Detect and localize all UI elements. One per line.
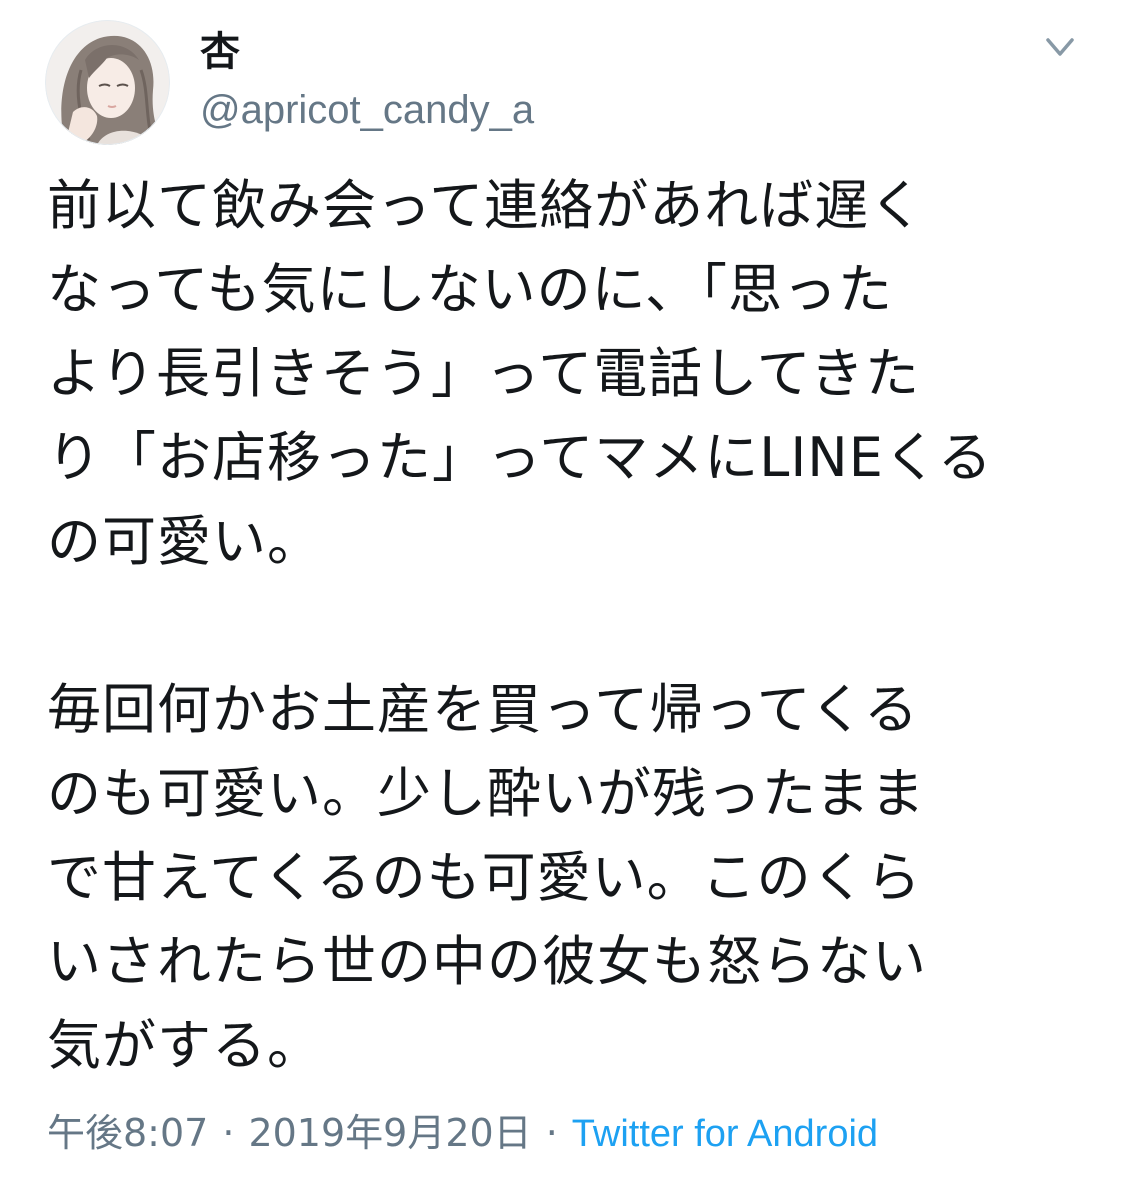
- tweet-text-line: 前以て飲み会って連絡があれば遅く: [47, 174, 925, 237]
- meta-separator: ·: [545, 1111, 558, 1155]
- avatar-illustration-girl: [45, 20, 170, 145]
- tweet-text-line: いされたら世の中の彼女も怒らない: [47, 930, 927, 993]
- tweet-meta: 午後8:07 · 2019年9月20日 · Twitter for Android: [47, 1108, 878, 1159]
- tweet-text-line: 気がする。: [47, 1014, 322, 1077]
- tweet-date[interactable]: 2019年9月20日: [248, 1111, 531, 1155]
- tweet-text-line: で甘えてくるのも可愛い。このくら: [47, 846, 922, 909]
- tweet-text-line: の可愛い。: [47, 510, 322, 573]
- author-avatar[interactable]: [45, 20, 170, 145]
- chevron-down-icon: [1046, 38, 1074, 56]
- author-handle[interactable]: @apricot_candy_a: [200, 84, 534, 136]
- tweet-text-line: なっても気にしないのに、「思った: [47, 258, 893, 321]
- tweet-paragraph: 毎回何かお土産を買って帰ってくる のも可愛い。少し酔いが残ったまま で甘えてくる…: [47, 668, 1107, 1088]
- tweet: 杏 @apricot_candy_a 前以て飲み会って連絡があれば遅く なっても…: [0, 0, 1125, 1184]
- tweet-menu-button[interactable]: [1030, 28, 1090, 72]
- tweet-text-line: 毎回何かお土産を買って帰ってくる: [47, 678, 919, 741]
- tweet-source-link[interactable]: Twitter for Android: [572, 1113, 878, 1155]
- tweet-text-line: より長引きそう」って電話してきた: [47, 342, 920, 405]
- tweet-paragraph: 前以て飲み会って連絡があれば遅く なっても気にしないのに、「思った より長引きそ…: [47, 164, 1107, 584]
- tweet-text-line: のも可愛い。少し酔いが残ったまま: [47, 762, 926, 825]
- tweet-time[interactable]: 午後8:07: [47, 1111, 208, 1155]
- tweet-text: 前以て飲み会って連絡があれば遅く なっても気にしないのに、「思った より長引きそ…: [47, 164, 1107, 1088]
- author-display-name[interactable]: 杏: [200, 26, 240, 78]
- tweet-text-line: り「お店移った」ってマメにLINEくる: [47, 426, 993, 489]
- meta-separator: ·: [222, 1111, 235, 1155]
